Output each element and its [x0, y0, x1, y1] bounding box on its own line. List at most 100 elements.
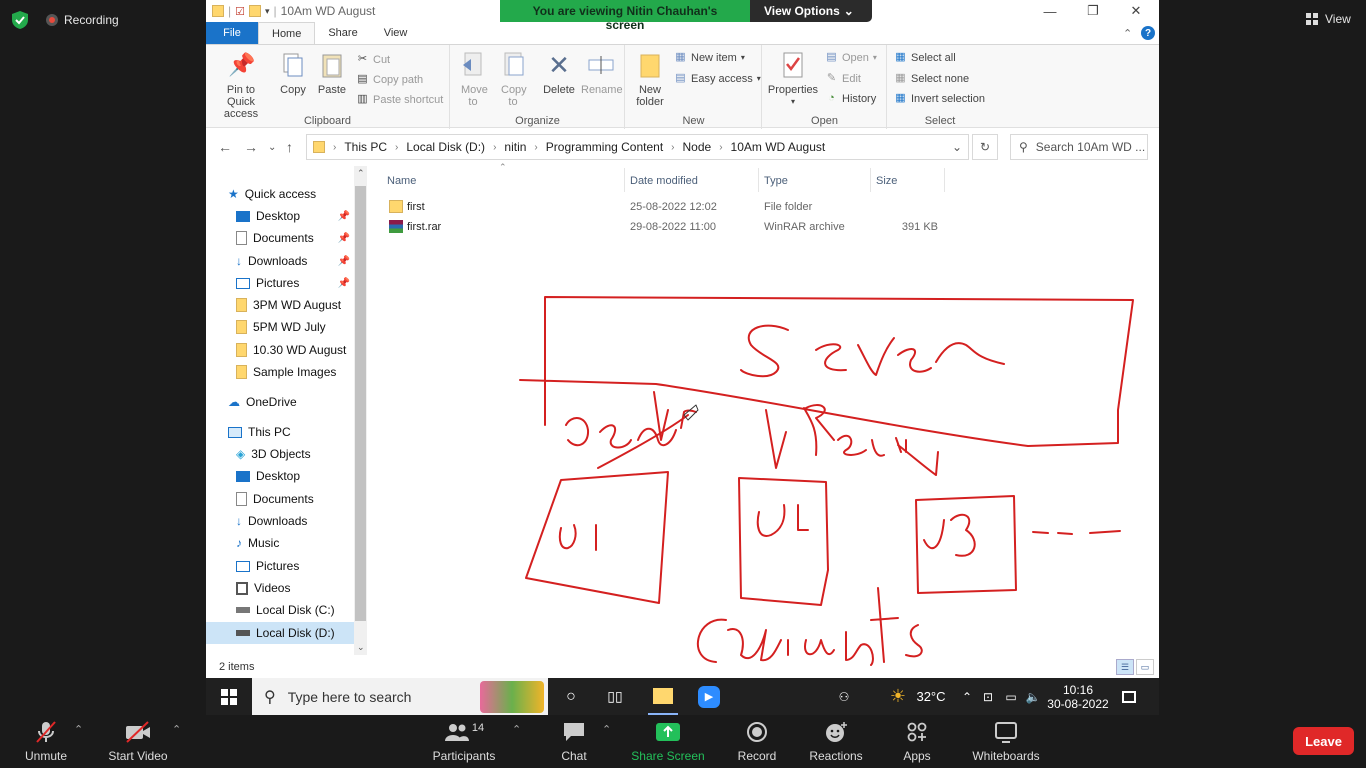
breadcrumb-this-pc[interactable]: This PC: [344, 140, 387, 154]
nav-videos[interactable]: Videos: [206, 577, 354, 599]
participants-caret-icon[interactable]: ⌃: [512, 723, 521, 736]
address-bar[interactable]: › This PC › Local Disk (D:) › nitin › Pr…: [306, 134, 969, 160]
chat-caret-icon[interactable]: ⌃: [602, 723, 611, 736]
recording-indicator[interactable]: Recording: [46, 13, 119, 27]
copy-path-button[interactable]: ▤ Copy path: [356, 73, 423, 86]
nav-documents[interactable]: Documents 📌: [206, 227, 354, 249]
audio-options-caret-icon[interactable]: ⌃: [74, 723, 83, 736]
search-input[interactable]: ⚲ Search 10Am WD ...: [1010, 134, 1148, 160]
open-button[interactable]: ▤ Open ▾: [825, 51, 877, 64]
nav-3d-objects[interactable]: ◈ 3D Objects: [206, 443, 354, 465]
nav-downloads[interactable]: ↓ Downloads 📌: [206, 250, 354, 272]
scroll-up-icon[interactable]: ⌃: [357, 168, 365, 179]
copy-button[interactable]: Copy: [276, 49, 310, 96]
people-icon[interactable]: ⚇: [834, 678, 854, 715]
view-options-button[interactable]: View Options ⌄: [750, 0, 872, 22]
select-all-button[interactable]: ▦ Select all: [894, 51, 955, 64]
breadcrumb-node[interactable]: Node: [683, 140, 712, 154]
chat-button[interactable]: Chat: [556, 719, 592, 763]
task-view-icon[interactable]: ▯▯: [604, 678, 626, 715]
volume-icon[interactable]: 🔈: [1024, 678, 1042, 715]
forward-arrow-icon[interactable]: →: [244, 139, 258, 155]
back-arrow-icon[interactable]: ←: [218, 139, 232, 155]
refresh-button[interactable]: ↻: [972, 134, 998, 160]
apps-button[interactable]: Apps: [900, 719, 934, 763]
device-icon[interactable]: ⊡: [980, 678, 996, 715]
leave-button[interactable]: Leave: [1293, 727, 1354, 755]
minimize-button[interactable]: —: [1028, 0, 1072, 22]
recent-locations-icon[interactable]: ⌄: [268, 142, 276, 153]
start-video-button[interactable]: Start Video: [106, 719, 170, 763]
file-explorer-taskbar-icon[interactable]: [648, 678, 678, 715]
help-icon[interactable]: ?: [1141, 26, 1155, 40]
easy-access-button[interactable]: ▤ Easy access ▾: [674, 72, 760, 85]
scroll-thumb[interactable]: [355, 186, 366, 621]
record-button[interactable]: Record: [736, 719, 778, 763]
nav-quick-access[interactable]: ★ Quick access: [206, 183, 354, 205]
nav-onedrive[interactable]: ☁ OneDrive: [206, 391, 354, 413]
history-button[interactable]: ◔ History: [825, 92, 876, 105]
share-screen-button[interactable]: Share Screen: [630, 719, 706, 763]
show-hidden-icons-icon[interactable]: ⌃: [960, 678, 974, 715]
details-view-icon[interactable]: ☰: [1116, 659, 1134, 675]
view-button[interactable]: View: [1306, 12, 1351, 26]
cut-button[interactable]: ✂ Cut: [356, 53, 390, 66]
weather-temp[interactable]: 32°C: [914, 678, 948, 715]
tab-share[interactable]: Share: [315, 22, 370, 44]
nav-sample-images[interactable]: Sample Images: [206, 361, 354, 383]
file-row[interactable]: first 25-08-2022 12:02 File folder: [381, 197, 951, 217]
column-name[interactable]: Name: [387, 175, 416, 187]
breadcrumb-programming-content[interactable]: Programming Content: [546, 140, 663, 154]
file-row[interactable]: first.rar 29-08-2022 11:00 WinRAR archiv…: [381, 217, 951, 237]
column-date-modified[interactable]: Date modified: [630, 175, 698, 187]
pin-quick-access-button[interactable]: 📌 Pin to Quick access: [212, 49, 272, 121]
nav-pc-documents[interactable]: Documents: [206, 488, 354, 510]
participants-button[interactable]: 14 Participants: [430, 719, 498, 763]
nav-pc-desktop[interactable]: Desktop: [206, 465, 354, 487]
nav-3pm-wd-august[interactable]: 3PM WD August: [206, 294, 354, 316]
address-dropdown-icon[interactable]: ⌄: [952, 140, 962, 154]
rename-button[interactable]: Rename: [581, 49, 623, 96]
taskbar-search-input[interactable]: ⚲ Type here to search: [252, 678, 548, 715]
select-none-button[interactable]: ▦ Select none: [894, 72, 969, 85]
new-folder-icon[interactable]: [249, 5, 261, 17]
nav-music[interactable]: ♪ Music: [206, 532, 354, 554]
nav-pc-pictures[interactable]: Pictures: [206, 555, 354, 577]
network-icon[interactable]: ▭: [1002, 678, 1020, 715]
up-arrow-icon[interactable]: ↑: [286, 139, 293, 155]
large-icons-view-icon[interactable]: ▭: [1136, 659, 1154, 675]
nav-pictures[interactable]: Pictures 📌: [206, 272, 354, 294]
properties-check-icon[interactable]: ☑: [235, 5, 245, 18]
shield-icon[interactable]: [12, 11, 28, 29]
delete-button[interactable]: ✕ Delete: [539, 49, 579, 96]
edit-button[interactable]: ✎ Edit: [825, 72, 861, 85]
notifications-icon[interactable]: [1118, 678, 1140, 715]
scroll-down-icon[interactable]: ⌄: [357, 642, 365, 653]
new-folder-button[interactable]: New folder: [632, 49, 668, 108]
tab-home[interactable]: Home: [258, 22, 316, 44]
copy-to-button[interactable]: Copy to: [495, 49, 531, 108]
breadcrumb-current-folder[interactable]: 10Am WD August: [731, 140, 826, 154]
tab-file[interactable]: File: [206, 22, 258, 44]
cortana-icon[interactable]: ○: [558, 678, 584, 715]
video-options-caret-icon[interactable]: ⌃: [172, 723, 181, 736]
qat-dropdown-icon[interactable]: ▾: [265, 6, 270, 17]
nav-desktop[interactable]: Desktop 📌: [206, 205, 354, 227]
nav-local-disk-d[interactable]: Local Disk (D:): [206, 622, 354, 644]
properties-button[interactable]: Properties ▾: [767, 49, 819, 108]
move-to-button[interactable]: Move to: [455, 49, 491, 108]
unmute-button[interactable]: Unmute: [24, 719, 68, 763]
windows-start-icon[interactable]: [218, 678, 240, 715]
weather-icon[interactable]: ☀: [886, 678, 910, 715]
tab-view[interactable]: View: [371, 22, 421, 44]
column-type[interactable]: Type: [764, 175, 788, 187]
nav-scrollbar[interactable]: ⌃ ⌄: [354, 166, 367, 655]
collapse-ribbon-icon[interactable]: ⌃: [1123, 27, 1132, 40]
invert-selection-button[interactable]: ▦ Invert selection: [894, 92, 985, 105]
nav-5pm-wd-july[interactable]: 5PM WD July: [206, 316, 354, 338]
nav-this-pc[interactable]: This PC: [206, 421, 354, 443]
column-size[interactable]: Size: [876, 175, 897, 187]
zoom-taskbar-icon[interactable]: ▶: [696, 678, 722, 715]
paste-button[interactable]: Paste: [314, 49, 350, 96]
new-item-button[interactable]: ▦ New item ▾: [674, 51, 745, 64]
